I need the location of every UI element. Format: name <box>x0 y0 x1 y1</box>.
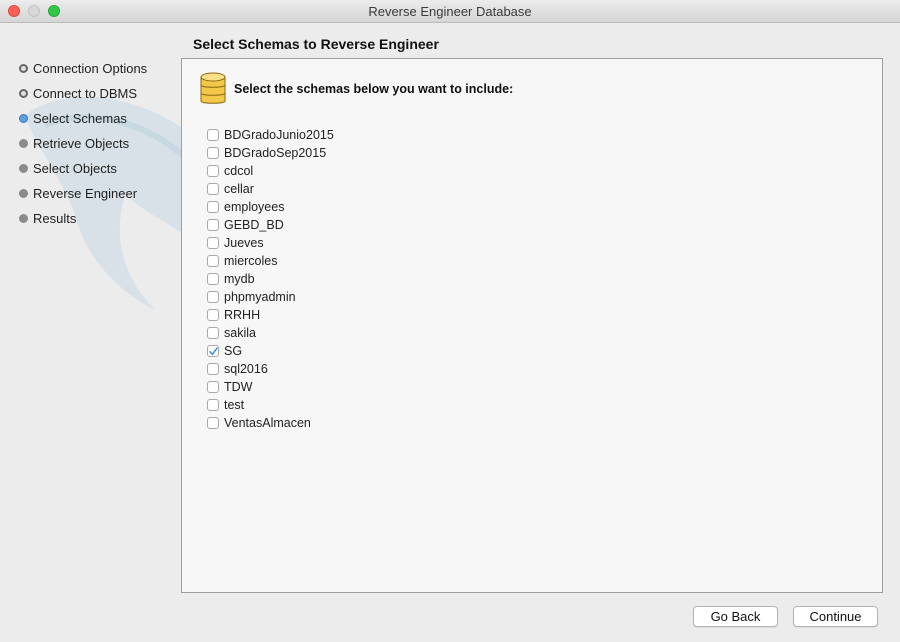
schema-label: phpmyadmin <box>224 290 296 304</box>
title-bar: Reverse Engineer Database <box>0 0 900 23</box>
schema-label: miercoles <box>224 254 278 268</box>
schema-item[interactable]: sql2016 <box>207 360 334 378</box>
step-label: Connection Options <box>33 61 148 76</box>
schema-checkbox[interactable] <box>207 345 219 357</box>
schema-checkbox[interactable] <box>207 309 219 321</box>
schema-checkbox[interactable] <box>207 255 219 267</box>
step-done-indicator <box>19 64 28 73</box>
schema-item[interactable]: miercoles <box>207 252 334 270</box>
step-label: Connect to DBMS <box>33 86 138 101</box>
schema-checkbox[interactable] <box>207 291 219 303</box>
schema-label: BDGradoJunio2015 <box>224 128 334 142</box>
wizard-steps: Connection Options Connect to DBMS Selec… <box>18 60 178 235</box>
schema-checkbox[interactable] <box>207 129 219 141</box>
schema-checkbox[interactable] <box>207 399 219 411</box>
schema-item[interactable]: sakila <box>207 324 334 342</box>
step-connect-to-dbms: Connect to DBMS <box>18 85 178 110</box>
page-title: Select Schemas to Reverse Engineer <box>193 36 439 52</box>
schema-checkbox[interactable] <box>207 147 219 159</box>
schema-label: SG <box>224 344 243 358</box>
schema-label: TDW <box>224 380 253 394</box>
step-pending-indicator <box>19 189 28 198</box>
database-icon <box>200 72 226 104</box>
schema-label: sakila <box>224 326 256 340</box>
schema-list: BDGradoJunio2015 BDGradoSep2015 cdcol ce… <box>207 126 334 432</box>
schema-label: BDGradoSep2015 <box>224 146 327 160</box>
step-pending-indicator <box>19 214 28 223</box>
step-retrieve-objects: Retrieve Objects <box>18 135 178 160</box>
schema-checkbox[interactable] <box>207 237 219 249</box>
schema-item[interactable]: cdcol <box>207 162 334 180</box>
schema-item[interactable]: TDW <box>207 378 334 396</box>
checkmark-icon <box>209 347 218 356</box>
schema-item[interactable]: VentasAlmacen <box>207 414 334 432</box>
schema-checkbox[interactable] <box>207 219 219 231</box>
instruction-text: Select the schemas below you want to inc… <box>234 82 514 96</box>
go-back-button[interactable]: Go Back <box>693 606 778 627</box>
step-pending-indicator <box>19 164 28 173</box>
schema-item[interactable]: GEBD_BD <box>207 216 334 234</box>
schema-label: RRHH <box>224 308 261 322</box>
step-pending-indicator <box>19 139 28 148</box>
schema-item[interactable]: BDGradoJunio2015 <box>207 126 334 144</box>
schema-checkbox[interactable] <box>207 201 219 213</box>
step-connection-options: Connection Options <box>18 60 178 85</box>
step-reverse-engineer: Reverse Engineer <box>18 185 178 210</box>
step-results: Results <box>18 210 178 235</box>
schema-checkbox[interactable] <box>207 273 219 285</box>
schema-item[interactable]: BDGradoSep2015 <box>207 144 334 162</box>
schema-item[interactable]: phpmyadmin <box>207 288 334 306</box>
step-label: Retrieve Objects <box>33 136 130 151</box>
schema-checkbox[interactable] <box>207 363 219 375</box>
schema-checkbox[interactable] <box>207 183 219 195</box>
schema-label: GEBD_BD <box>224 218 284 232</box>
step-label: Reverse Engineer <box>33 186 138 201</box>
schema-label: cdcol <box>224 164 254 178</box>
schema-checkbox[interactable] <box>207 165 219 177</box>
step-active-indicator <box>19 114 28 123</box>
schema-label: Jueves <box>224 236 264 250</box>
schema-label: sql2016 <box>224 362 268 376</box>
schema-item[interactable]: mydb <box>207 270 334 288</box>
continue-button[interactable]: Continue <box>793 606 878 627</box>
step-label: Select Objects <box>33 161 117 176</box>
schema-item[interactable]: employees <box>207 198 334 216</box>
step-done-indicator <box>19 89 28 98</box>
schema-item[interactable]: test <box>207 396 334 414</box>
schema-checkbox[interactable] <box>207 327 219 339</box>
schema-label: employees <box>224 200 285 214</box>
step-select-schemas: Select Schemas <box>18 110 178 135</box>
schema-label: mydb <box>224 272 255 286</box>
schema-label: cellar <box>224 182 254 196</box>
step-select-objects: Select Objects <box>18 160 178 185</box>
reverse-engineer-window: Reverse Engineer Database Connection Opt… <box>0 0 900 642</box>
schema-panel: Select the schemas below you want to inc… <box>181 58 883 593</box>
schema-checkbox[interactable] <box>207 417 219 429</box>
window-title: Reverse Engineer Database <box>368 4 532 19</box>
schema-item[interactable]: SG <box>207 342 334 360</box>
step-label: Select Schemas <box>33 111 127 126</box>
schema-item[interactable]: RRHH <box>207 306 334 324</box>
schema-label: test <box>224 398 245 412</box>
schema-item[interactable]: cellar <box>207 180 334 198</box>
step-label: Results <box>33 211 77 226</box>
schema-label: VentasAlmacen <box>224 416 311 430</box>
schema-checkbox[interactable] <box>207 381 219 393</box>
schema-item[interactable]: Jueves <box>207 234 334 252</box>
